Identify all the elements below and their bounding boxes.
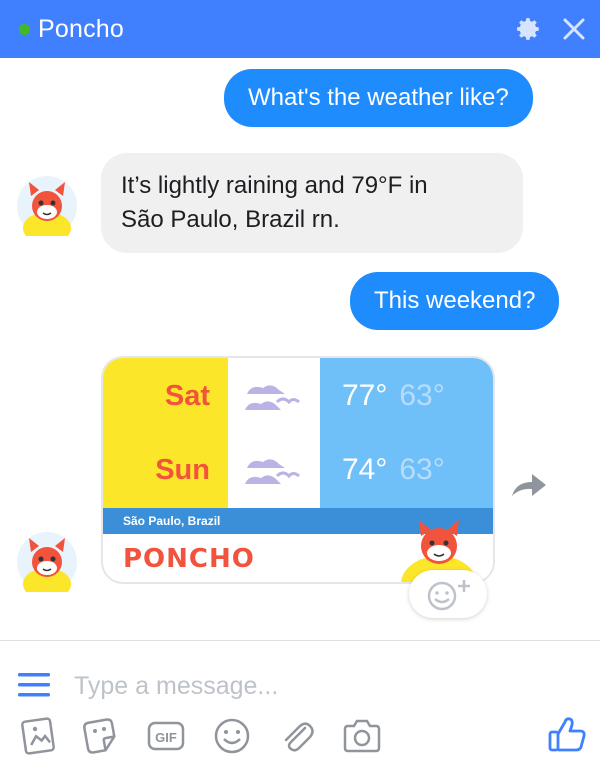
message-text: This weekend? bbox=[374, 287, 536, 314]
weather-icons-column bbox=[228, 358, 320, 508]
bot-avatar[interactable] bbox=[17, 532, 77, 592]
weather-card[interactable]: Sat Sun 77° 63° 74° 63° São Paulo, Brazil … bbox=[101, 356, 495, 584]
message-bubble-outgoing: What's the weather like? bbox=[224, 69, 533, 127]
message-bubble-incoming: It’s lightly raining and 79°F in São Pau… bbox=[101, 153, 523, 253]
sticker-icon[interactable] bbox=[80, 716, 120, 756]
composer-divider bbox=[0, 640, 600, 641]
message-text-line: It’s lightly raining and 79°F in bbox=[121, 172, 428, 199]
close-icon[interactable] bbox=[562, 17, 586, 41]
day-label: Sun bbox=[155, 454, 210, 486]
day-label: Sat bbox=[164, 380, 210, 412]
emoji-icon[interactable] bbox=[212, 716, 252, 756]
brand-logo: PONCHO bbox=[123, 544, 255, 574]
image-icon[interactable] bbox=[18, 716, 58, 756]
gear-icon[interactable] bbox=[516, 16, 542, 42]
temperatures-column: 77° 63° 74° 63° bbox=[320, 358, 493, 508]
low-temperature: 63° bbox=[399, 379, 445, 412]
online-status-dot bbox=[19, 23, 30, 35]
share-icon[interactable] bbox=[508, 470, 548, 500]
chat-header: Poncho bbox=[0, 0, 600, 58]
gif-label: GIF bbox=[155, 730, 177, 745]
cloud-icon bbox=[245, 459, 300, 484]
low-temperature: 63° bbox=[399, 453, 445, 486]
camera-icon[interactable] bbox=[341, 716, 383, 756]
message-bubble-outgoing: This weekend? bbox=[350, 272, 560, 330]
gif-icon[interactable]: GIF bbox=[146, 716, 186, 756]
menu-icon[interactable] bbox=[18, 671, 50, 699]
message-text-line: São Paulo, Brazil rn. bbox=[121, 206, 340, 233]
temperature-row: 74° 63° bbox=[342, 453, 445, 487]
message-input[interactable] bbox=[74, 664, 554, 708]
cloud-icon bbox=[245, 385, 300, 410]
emoji-add-icon bbox=[427, 580, 470, 611]
message-text: What's the weather like? bbox=[248, 84, 509, 111]
header-actions bbox=[516, 16, 586, 42]
high-temperature: 74° bbox=[342, 453, 388, 486]
temperature-row: 77° 63° bbox=[342, 379, 445, 413]
chat-title[interactable]: Poncho bbox=[38, 15, 124, 44]
attachment-icon[interactable] bbox=[277, 716, 317, 756]
days-column: Sat Sun bbox=[103, 358, 228, 508]
thumbs-up-icon[interactable] bbox=[546, 714, 588, 756]
add-reaction-button[interactable] bbox=[409, 570, 487, 618]
high-temperature: 77° bbox=[342, 379, 388, 412]
bot-avatar[interactable] bbox=[17, 176, 77, 236]
